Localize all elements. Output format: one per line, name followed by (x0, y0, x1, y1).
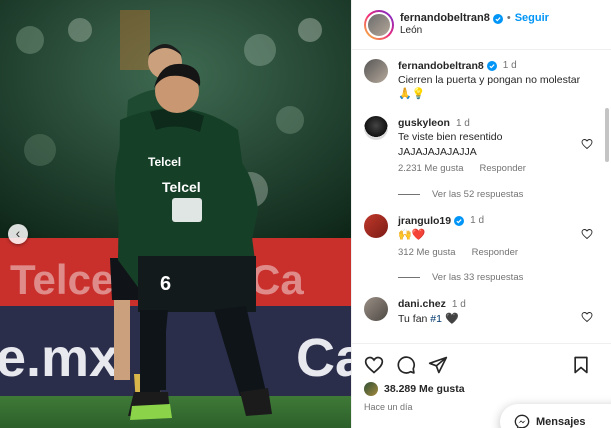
post-actions: 38.289 Me gusta Hace un día (352, 343, 611, 412)
view-replies-label: Ver las 33 respuestas (432, 272, 524, 284)
comment-emoji: 🖤 (441, 312, 459, 325)
follow-button[interactable]: Seguir (515, 12, 549, 25)
comment-avatar[interactable] (364, 116, 388, 141)
reply-button[interactable]: Responder (480, 163, 526, 176)
share-paper-plane-icon[interactable] (428, 355, 448, 375)
comment-time[interactable]: 1 d (470, 214, 484, 228)
comments-list[interactable]: fernandobeltran8 1 d Cierren la puerta y… (352, 50, 611, 343)
verified-badge-icon (486, 61, 497, 72)
comment-username[interactable]: jrangulo19 (398, 214, 451, 228)
jersey-sponsor-2: Telcel (162, 179, 201, 195)
comment-time[interactable]: 1 d (456, 117, 470, 131)
messenger-icon (514, 414, 530, 428)
author-username[interactable]: fernandobeltran8 (400, 12, 490, 25)
caption-text: Cierren la puerta y pongan no molestar (398, 74, 581, 87)
comment-avatar[interactable] (364, 297, 388, 322)
comment-text-continued: JAJAJAJAJAJJA (398, 145, 477, 158)
caption-author-avatar[interactable] (364, 59, 388, 83)
verified-badge-icon (454, 215, 465, 226)
likes-count[interactable]: 38.289 Me gusta (384, 383, 465, 395)
comment-item: guskyleon 1 d Te viste bien resentido JA… (352, 116, 611, 175)
post-side-panel: fernandobeltran8 • Seguir León fernandob… (351, 0, 611, 428)
comment-likes-count[interactable]: 2.231 Me gusta (398, 163, 464, 176)
author-avatar[interactable] (364, 9, 394, 40)
hashtag-link[interactable]: #1 (430, 313, 442, 325)
chevron-left-icon: ‹ (15, 225, 21, 241)
caption-emojis: 🙏💡 (398, 88, 426, 101)
comment-time[interactable]: 1 d (452, 298, 466, 312)
liker-avatar[interactable] (364, 382, 378, 396)
player-number: 6 (160, 273, 171, 295)
post-photo: Telcel Ca e.mx Ca 10 Telcel Telcel (0, 0, 351, 428)
comment-text: Tu fan (398, 312, 431, 325)
view-replies-button[interactable]: Ver las 52 respuestas (398, 189, 611, 200)
ad-board-text-4: Ca (250, 256, 304, 303)
verified-badge-icon (492, 13, 503, 24)
post-header: fernandobeltran8 • Seguir León (352, 0, 611, 50)
view-replies-button[interactable]: Ver las 33 respuestas (398, 272, 611, 283)
comment-username[interactable]: dani.chez (398, 297, 446, 311)
separator-dot: • (506, 11, 511, 24)
comment-item: dani.chez 1 d Tu fan #1 🖤 (352, 297, 611, 326)
messages-label: Mensajes (536, 416, 586, 428)
post-caption: fernandobeltran8 1 d Cierren la puerta y… (352, 59, 611, 102)
jersey-sponsor-1: Telcel (148, 155, 181, 169)
like-comment-heart-icon[interactable] (581, 138, 593, 150)
soccer-photo: Telcel Ca e.mx Ca 10 Telcel Telcel (0, 0, 351, 428)
post-location[interactable]: León (400, 25, 549, 37)
comment-text: Te viste bien resentido (398, 131, 503, 144)
save-bookmark-icon[interactable] (571, 355, 591, 375)
comment-avatar[interactable] (364, 213, 388, 238)
caption-time[interactable]: 1 d (503, 59, 517, 73)
previous-photo-button[interactable]: ‹ (8, 224, 28, 244)
ad-board-text-5: Ca (296, 328, 351, 388)
reply-button[interactable]: Responder (472, 247, 518, 260)
ad-board-text-3: e.mx (0, 328, 119, 388)
ad-board-text-1: Telcel (10, 256, 126, 303)
caption-author-username[interactable]: fernandobeltran8 (398, 59, 484, 73)
comment-username[interactable]: guskyleon (398, 116, 450, 130)
comment-bubble-icon[interactable] (396, 355, 416, 375)
view-replies-label: Ver las 52 respuestas (432, 188, 524, 200)
comment-text: 🙌❤️ (398, 228, 426, 241)
comment-likes-count[interactable]: 312 Me gusta (398, 247, 456, 260)
comment-item: jrangulo19 1 d 🙌❤️ 312 Me gusta Responde… (352, 213, 611, 260)
like-comment-heart-icon[interactable] (581, 228, 593, 240)
like-comment-heart-icon[interactable] (581, 311, 593, 323)
messages-button[interactable]: Mensajes (500, 404, 611, 428)
like-heart-icon[interactable] (364, 355, 384, 375)
